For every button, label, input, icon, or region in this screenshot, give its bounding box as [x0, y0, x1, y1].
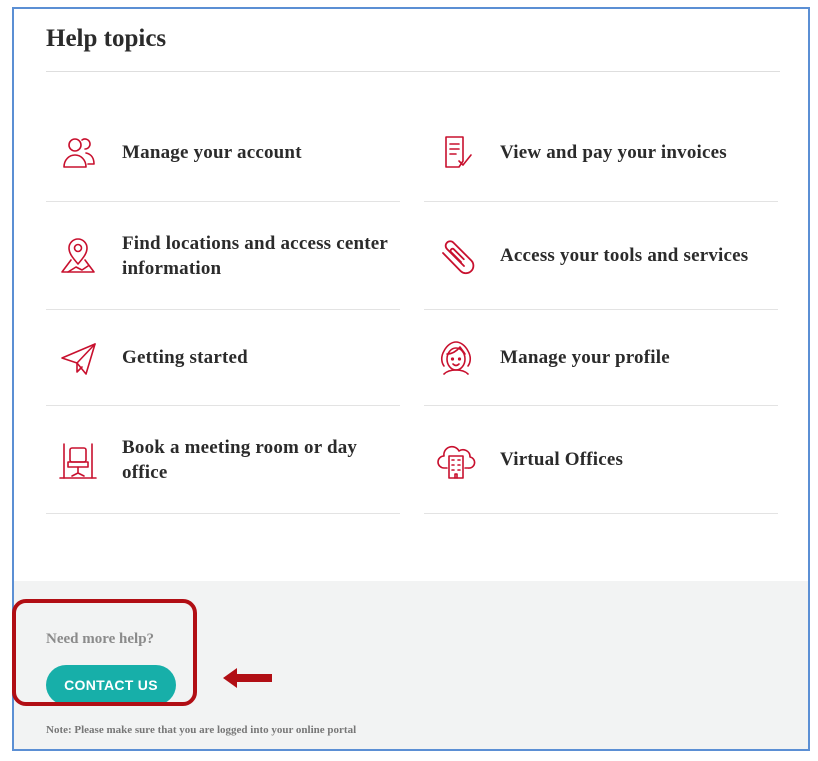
topic-label: Book a meeting room or day office: [122, 436, 358, 483]
topic-label: Find locations and access center informa…: [122, 232, 388, 279]
divider: [46, 71, 780, 72]
annotation-arrow-icon: [221, 665, 275, 696]
topic-label: Getting started: [122, 347, 248, 368]
topic-label: View and pay your invoices: [500, 142, 727, 163]
cloud-building-icon: [434, 438, 478, 482]
users-icon: [56, 131, 100, 175]
paper-plane-icon: [56, 336, 100, 380]
topic-label: Manage your profile: [500, 347, 670, 368]
meeting-room-icon: [56, 438, 100, 482]
paperclip-icon: [434, 234, 478, 278]
topic-tools-services[interactable]: Access your tools and services: [424, 202, 778, 310]
profile-face-icon: [434, 336, 478, 380]
page-title: Help topics: [46, 25, 167, 52]
map-pin-icon: [56, 234, 100, 278]
topic-virtual-offices[interactable]: Virtual Offices: [424, 406, 778, 514]
topic-label: Manage your account: [122, 142, 302, 163]
annotation-highlight-box: [12, 599, 197, 706]
topic-label: Virtual Offices: [500, 449, 624, 470]
topic-getting-started[interactable]: Getting started: [46, 310, 400, 406]
topic-find-locations[interactable]: Find locations and access center informa…: [46, 202, 400, 310]
topic-label: Access your tools and services: [500, 245, 749, 266]
topic-book-meeting-room[interactable]: Book a meeting room or day office: [46, 406, 400, 514]
topic-invoices[interactable]: View and pay your invoices: [424, 104, 778, 202]
topic-manage-account[interactable]: Manage your account: [46, 104, 400, 202]
invoice-icon: [434, 131, 478, 175]
topic-manage-profile[interactable]: Manage your profile: [424, 310, 778, 406]
login-note: Note: Please make sure that you are logg…: [46, 724, 357, 736]
